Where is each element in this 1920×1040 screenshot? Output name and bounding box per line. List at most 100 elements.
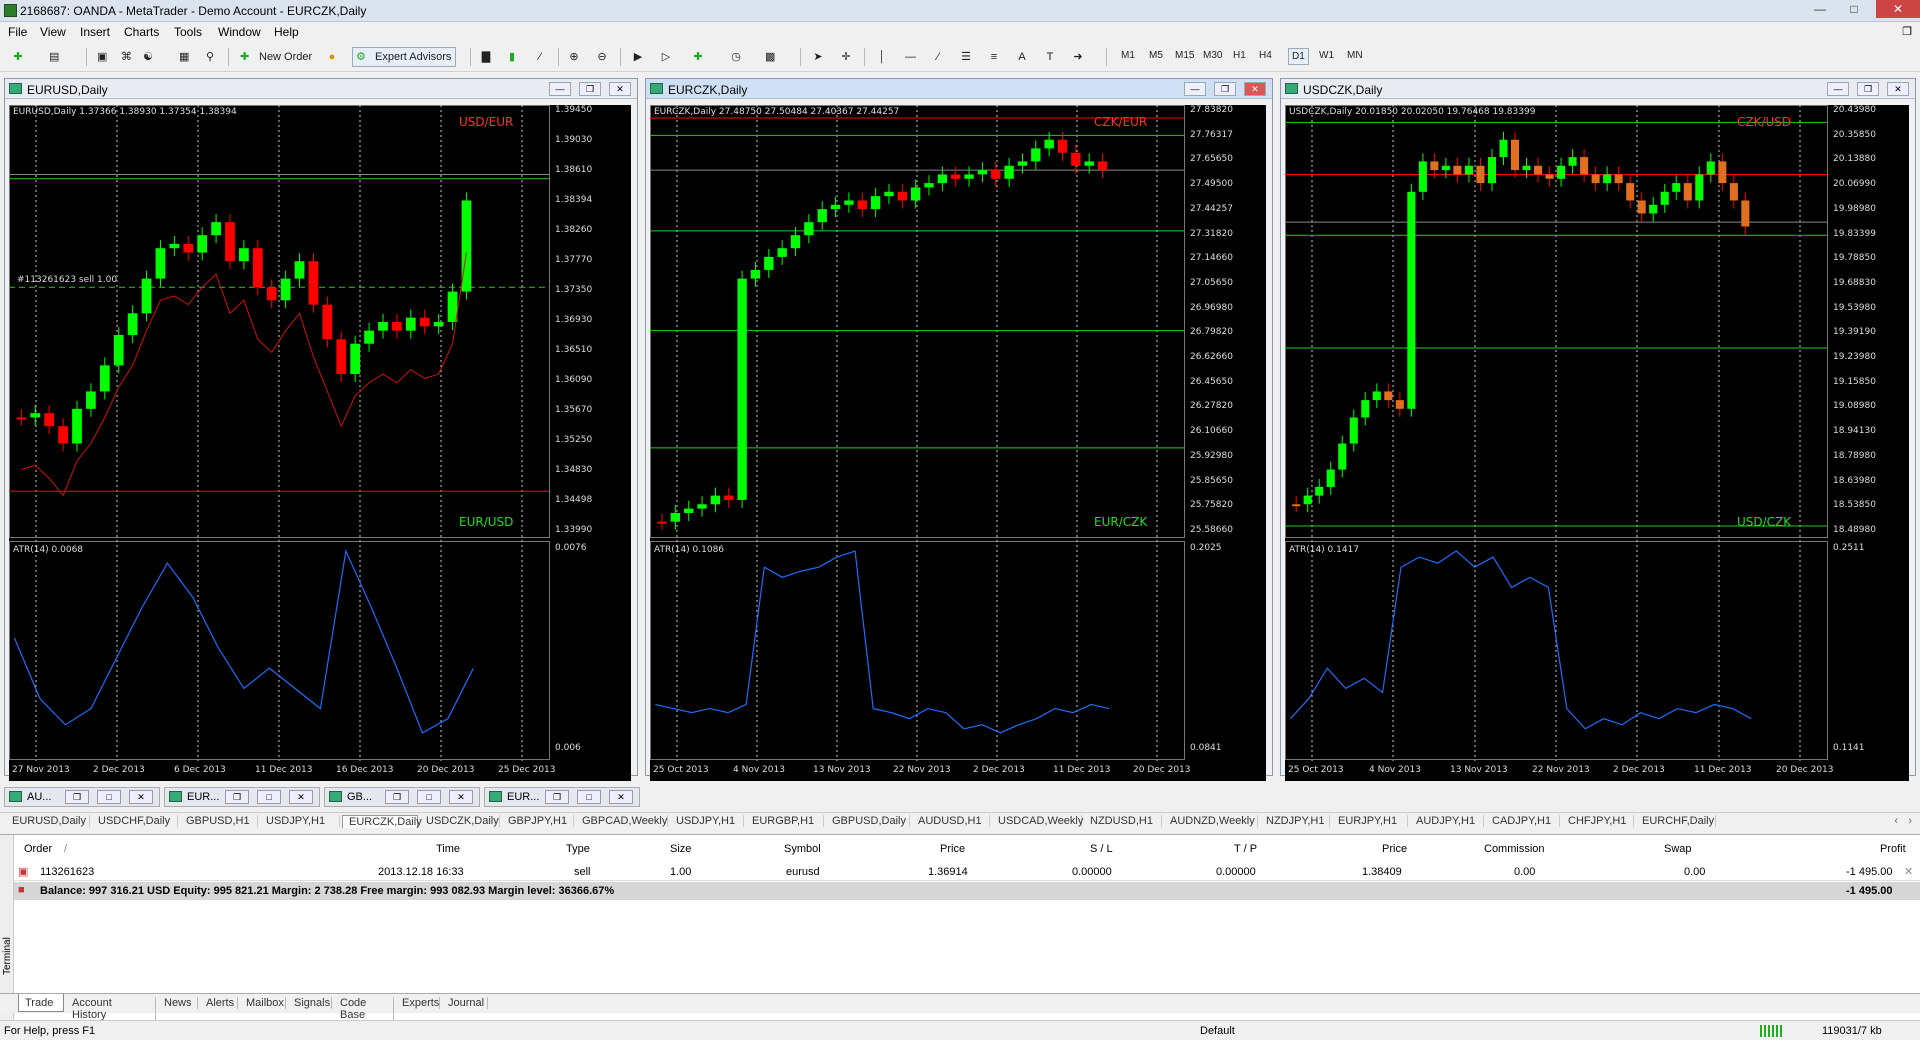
chart-tab[interactable]: EURUSD,Daily	[6, 815, 90, 827]
chart-tab[interactable]: USDCHF,Daily	[92, 815, 178, 827]
timeframe-mn[interactable]: MN	[1344, 48, 1366, 63]
data-window-icon[interactable]: ⌘	[116, 47, 136, 67]
minimize-button[interactable]: —	[1806, 0, 1834, 18]
minimized-window[interactable]: EUR... ❐ □ ✕	[484, 787, 640, 807]
timeframe-m30[interactable]: M30	[1200, 48, 1225, 63]
menu-file[interactable]: File	[8, 25, 27, 39]
chart-tab[interactable]: GBPCAD,Weekly	[576, 815, 668, 827]
col-symbol[interactable]: Symbol	[784, 843, 821, 855]
chart-tab[interactable]: CADJPY,H1	[1486, 815, 1560, 827]
maximize-button[interactable]: □	[97, 790, 121, 804]
chart-tab[interactable]: AUDUSD,H1	[912, 815, 990, 827]
col-order[interactable]: Order	[24, 843, 52, 855]
new-chart-icon[interactable]: ✚	[8, 47, 28, 67]
restore-icon[interactable]: ❐	[1902, 25, 1912, 38]
chart-canvas[interactable]: EURUSD,Daily 1.37366 1.38930 1.37354 1.3…	[9, 105, 631, 781]
chart-close-button[interactable]: ✕	[1244, 82, 1266, 96]
restore-button[interactable]: ❐	[225, 790, 249, 804]
close-button[interactable]: ✕	[1876, 0, 1920, 18]
maximize-button[interactable]: □	[577, 790, 601, 804]
col-current-price[interactable]: Price	[1382, 843, 1407, 855]
order-label[interactable]: #113261623 sell 1.00	[17, 275, 117, 285]
terminal-icon[interactable]: ▦	[174, 47, 194, 67]
chart-tab[interactable]: AUDJPY,H1	[1410, 815, 1484, 827]
chart-shift-icon[interactable]: ▷	[656, 47, 676, 67]
chart-restore-button[interactable]: ❐	[579, 82, 601, 96]
chart-window-usdczk[interactable]: USDCZK,Daily — ❐ ✕ USDCZK,Daily 20.01850 20.…	[1280, 78, 1916, 781]
chart-minimize-button[interactable]: —	[549, 82, 571, 96]
chart-close-button[interactable]: ✕	[1887, 82, 1909, 96]
bar-chart-icon[interactable]: ▇	[476, 47, 496, 67]
menu-insert[interactable]: Insert	[80, 25, 110, 39]
candlestick-icon[interactable]: ▮	[502, 47, 522, 67]
chart-tab[interactable]: NZDJPY,H1	[1260, 815, 1330, 827]
channel-icon[interactable]: ☰	[956, 47, 976, 67]
indicators-icon[interactable]: ✚	[688, 47, 708, 67]
col-tp[interactable]: T / P	[1234, 843, 1257, 855]
new-order-button[interactable]: ✚ New Order	[236, 47, 317, 67]
terminal-tab[interactable]: Journal	[442, 997, 488, 1009]
trendline-icon[interactable]: ∕	[928, 47, 948, 67]
col-time[interactable]: Time	[436, 843, 460, 855]
menu-view[interactable]: View	[40, 25, 66, 39]
chart-tab[interactable]: EURGBP,H1	[746, 815, 824, 827]
auto-scroll-icon[interactable]: ▶	[628, 47, 648, 67]
menu-charts[interactable]: Charts	[124, 25, 159, 39]
chart-tab[interactable]: EURJPY,H1	[1332, 815, 1408, 827]
restore-button[interactable]: ❐	[545, 790, 569, 804]
chart-tab[interactable]: EURCZK,Daily	[342, 815, 422, 828]
chart-tab[interactable]: USDCAD,Weekly	[992, 815, 1083, 827]
cursor-icon[interactable]: ➤	[808, 47, 828, 67]
col-profit[interactable]: Profit	[1880, 843, 1906, 855]
close-button[interactable]: ✕	[129, 790, 153, 804]
fibonacci-icon[interactable]: ≡	[984, 47, 1004, 67]
zoom-out-icon[interactable]: ⊖	[592, 47, 612, 67]
maximize-button[interactable]: □	[257, 790, 281, 804]
minimized-window[interactable]: AU... ❐ □ ✕	[4, 787, 160, 807]
strategy-tester-icon[interactable]: ⚲	[200, 47, 220, 67]
timeframe-m5[interactable]: M5	[1146, 48, 1166, 63]
col-swap[interactable]: Swap	[1664, 843, 1692, 855]
chart-window-titlebar[interactable]: EURCZK,Daily — ❐ ✕	[646, 79, 1272, 99]
zoom-in-icon[interactable]: ⊕	[564, 47, 584, 67]
timeframe-m1[interactable]: M1	[1118, 48, 1138, 63]
templates-icon[interactable]: ▩	[760, 47, 780, 67]
maximize-button[interactable]: □	[1840, 0, 1868, 18]
order-tp[interactable]: 0.00000	[1216, 866, 1256, 878]
terminal-tab[interactable]: Mailbox	[240, 997, 286, 1009]
profiles-icon[interactable]: ▤	[44, 47, 64, 67]
chart-tab[interactable]: USDJPY,H1	[670, 815, 744, 827]
terminal-tab[interactable]: News	[158, 997, 198, 1009]
terminal-tab[interactable]: Signals	[288, 997, 332, 1009]
terminal-tab[interactable]: Trade	[18, 994, 64, 1012]
navigator-icon[interactable]: ☯	[138, 47, 158, 67]
line-chart-icon[interactable]: ∕	[530, 47, 550, 67]
col-size[interactable]: Size	[670, 843, 691, 855]
close-button[interactable]: ✕	[449, 790, 473, 804]
horizontal-line-icon[interactable]: —	[900, 47, 920, 67]
chart-tab[interactable]: GBPUSD,H1	[180, 815, 258, 827]
close-order-icon[interactable]: ✕	[1904, 865, 1913, 878]
chart-close-button[interactable]: ✕	[609, 82, 631, 96]
col-sl[interactable]: S / L	[1090, 843, 1113, 855]
col-price[interactable]: Price	[940, 843, 965, 855]
chart-canvas[interactable]: USDCZK,Daily 20.01850 20.02050 19.76468 …	[1285, 105, 1909, 781]
arrows-icon[interactable]: ➜	[1068, 47, 1088, 67]
chart-tab[interactable]: USDJPY,H1	[260, 815, 340, 827]
col-type[interactable]: Type	[566, 843, 590, 855]
menu-window[interactable]: Window	[218, 25, 261, 39]
crosshair-icon[interactable]: ✛	[836, 47, 856, 67]
chart-tab[interactable]: USDCZK,Daily	[420, 815, 500, 827]
chart-tab[interactable]: GBPJPY,H1	[502, 815, 574, 827]
tabs-scroll-left-icon[interactable]: ‹	[1894, 815, 1898, 827]
timeframe-m15[interactable]: M15	[1172, 48, 1197, 63]
periods-icon[interactable]: ◷	[726, 47, 746, 67]
timeframe-h1[interactable]: H1	[1230, 48, 1249, 63]
chart-minimize-button[interactable]: —	[1184, 82, 1206, 96]
chart-window-eurczk[interactable]: EURCZK,Daily — ❐ ✕ EURCZK,Daily 27.48750 27.…	[645, 78, 1273, 781]
chart-window-titlebar[interactable]: USDCZK,Daily — ❐ ✕	[1281, 79, 1915, 99]
chart-minimize-button[interactable]: —	[1827, 82, 1849, 96]
text-label-icon[interactable]: T	[1040, 47, 1060, 67]
col-commission[interactable]: Commission	[1484, 843, 1545, 855]
timeframe-h4[interactable]: H4	[1256, 48, 1275, 63]
